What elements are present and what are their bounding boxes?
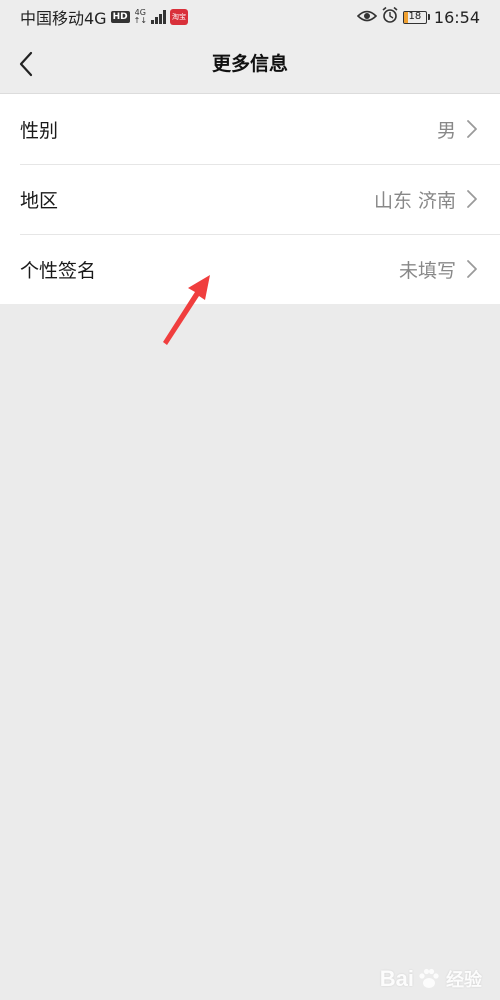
clock-time: 16:54 [433,7,480,27]
chevron-right-icon [466,259,480,279]
network-badge: 4G ↑↓ [134,9,147,25]
taobao-notification-icon: 淘宝 [170,9,189,25]
row-value: 未填写 [398,259,456,282]
row-value: 男 [436,119,456,142]
hd-badge: HD [110,11,130,23]
network-badge-bottom: ↑↓ [133,16,148,25]
battery-tip [427,14,430,20]
chevron-right-icon [466,119,480,139]
paw-logo-icon [419,968,439,988]
red-arrow-icon [163,275,210,345]
info-row-region[interactable]: 地区 山东 济南 [0,164,500,234]
info-row-signature[interactable]: 个性签名 未填写 [0,234,500,304]
row-label: 性别 [20,119,59,142]
baidu-jingyan-watermark: Bai 经验 [380,966,482,992]
watermark-brand-right: 经验 [446,970,482,990]
chevron-right-icon [466,189,480,209]
carrier-label: 中国移动4G [20,9,107,28]
signal-bars-icon [151,10,167,24]
battery-icon: 18 [402,10,430,24]
battery-body: 18 [402,10,427,24]
status-bar: 中国移动4G HD 4G ↑↓ 淘宝 18 16:54 [0,0,500,34]
watermark-brand-left: Bai [379,966,414,991]
battery-label: 18 [408,10,422,22]
status-left: 中国移动4G HD 4G ↑↓ 淘宝 [20,5,189,29]
status-right: 18 16:54 [356,6,480,28]
row-value: 山东 济南 [373,189,456,212]
eye-icon [356,8,378,27]
battery-fill [403,11,408,23]
info-list: 性别 男 地区 山东 济南 个性签名 未填写 [0,94,500,304]
row-label: 地区 [20,189,59,212]
alarm-clock-icon [381,6,399,28]
page-title: 更多信息 [211,53,288,75]
info-row-gender[interactable]: 性别 男 [0,94,500,164]
nav-bar: 更多信息 [0,34,500,94]
